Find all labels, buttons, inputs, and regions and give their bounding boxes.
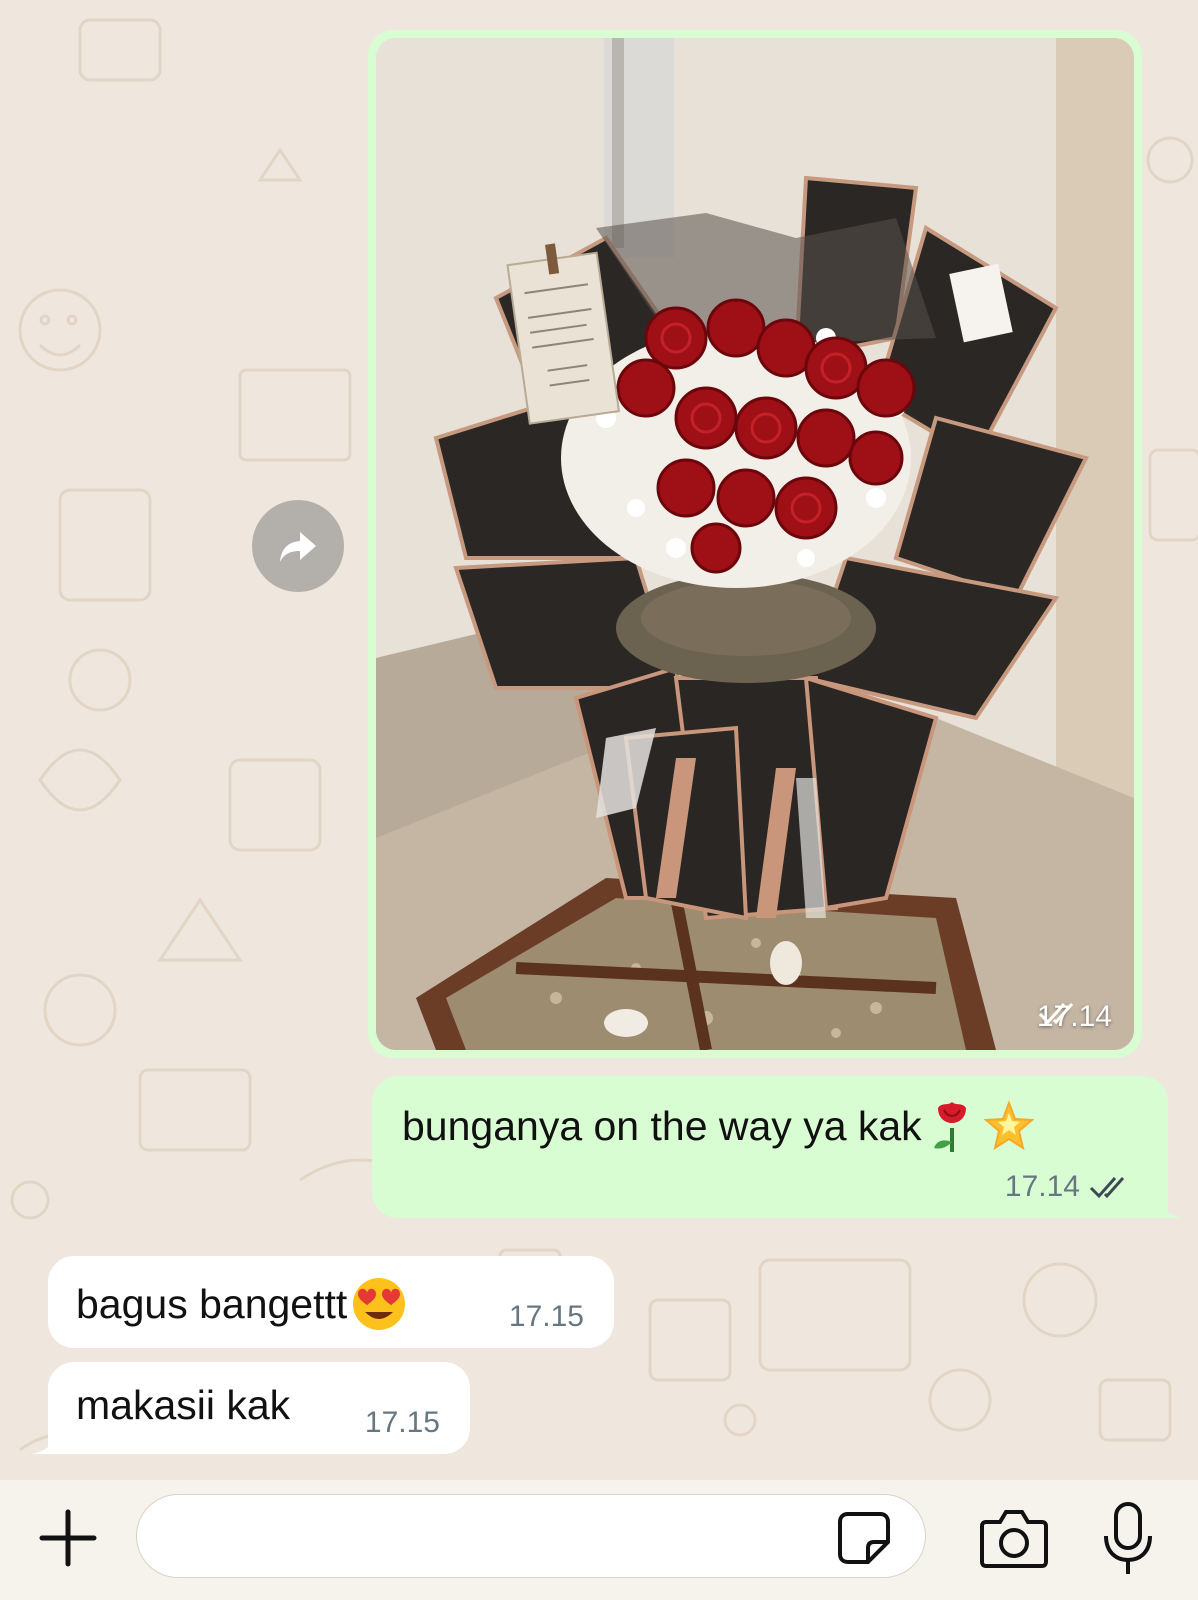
forward-icon [280, 532, 316, 562]
incoming-text-message[interactable]: bagus bangettt 17.15 [48, 1256, 614, 1348]
bubble-tail [1154, 1188, 1182, 1218]
incoming-message-body: makasii kak [76, 1382, 290, 1429]
incoming-timestamp: 17.15 [508, 1300, 584, 1333]
bouquet-illustration [376, 38, 1134, 1050]
heart-eyes-emoji [353, 1278, 406, 1330]
outgoing-time-text: 17.14 [1004, 1170, 1080, 1203]
incoming-timestamp: 17.15 [364, 1406, 440, 1439]
camera-icon[interactable] [978, 1506, 1050, 1570]
chat-area[interactable]: 17.14 bunganya on the way ya kak 17.14 b… [0, 0, 1198, 1480]
rose-emoji [933, 1102, 966, 1152]
forward-button[interactable] [252, 500, 344, 592]
double-check-icon [1038, 1003, 1074, 1025]
message-input[interactable] [136, 1494, 926, 1578]
star-emoji [983, 1100, 1035, 1151]
outgoing-image-message[interactable]: 17.14 [368, 30, 1142, 1058]
mic-icon[interactable] [1100, 1500, 1156, 1580]
outgoing-message-text: bunganya on the way ya kak [402, 1102, 922, 1149]
bubble-tail [32, 1424, 60, 1454]
image-timestamp: 17.14 [1037, 1000, 1112, 1034]
bouquet-photo[interactable]: 17.14 [376, 38, 1134, 1050]
double-check-icon [1089, 1177, 1125, 1199]
incoming-text-message[interactable]: makasii kak 17.15 [32, 1362, 470, 1454]
message-input-bar [0, 1480, 1198, 1600]
incoming-message-text: makasii kak [76, 1382, 291, 1428]
outgoing-message-body: bunganya on the way ya kak [402, 1098, 1036, 1154]
plus-icon[interactable] [36, 1506, 100, 1570]
outgoing-timestamp: 17.14 [1005, 1170, 1128, 1204]
sticker-icon[interactable] [836, 1510, 892, 1566]
outgoing-text-message[interactable]: bunganya on the way ya kak 17.14 [372, 1076, 1182, 1218]
incoming-message-body: bagus bangettt [76, 1276, 407, 1332]
incoming-message-text: bagus bangettt [76, 1280, 348, 1327]
